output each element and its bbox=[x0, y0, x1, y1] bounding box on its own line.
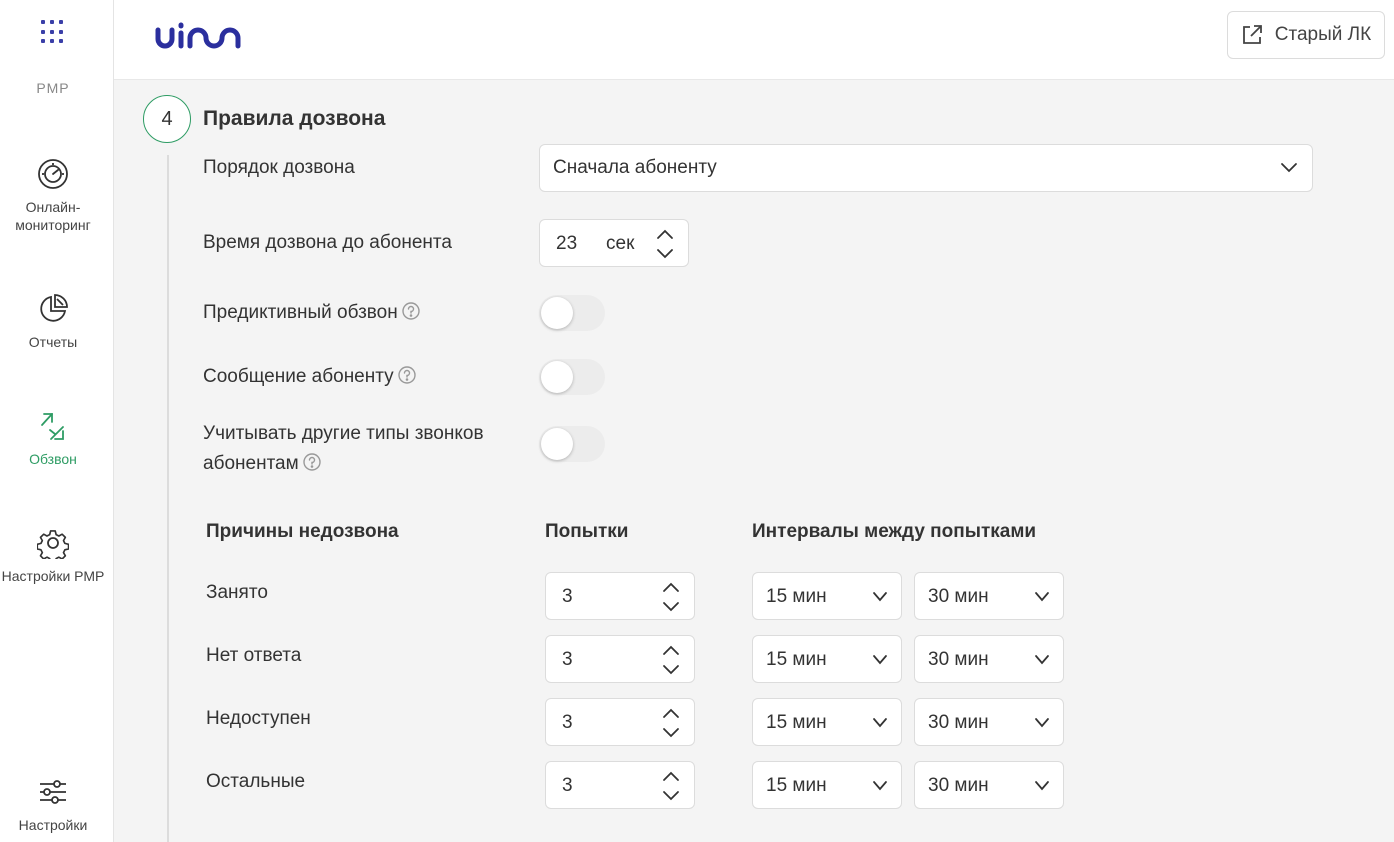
stepper-arrows-icon[interactable] bbox=[662, 644, 680, 676]
toggle-knob bbox=[541, 361, 573, 393]
chevron-down-icon bbox=[1035, 592, 1049, 602]
pie-chart-icon bbox=[40, 294, 68, 322]
interval2-value: 30 мин bbox=[928, 775, 989, 796]
reason-unavailable: Недоступен bbox=[206, 708, 311, 729]
interval1-value: 15 мин bbox=[766, 712, 827, 733]
sidebar-item-label: Настройки bbox=[18, 817, 88, 833]
dial-time-value: 23 bbox=[556, 233, 578, 254]
reason-busy: Занято bbox=[206, 582, 268, 603]
interval2-select[interactable]: 30 мин bbox=[914, 761, 1064, 809]
interval2-select[interactable]: 30 мин bbox=[914, 635, 1064, 683]
gauge-icon bbox=[38, 159, 68, 189]
other-calls-label: Учитывать другие типы звонков абонентам bbox=[203, 419, 484, 479]
chevron-down-icon bbox=[1035, 718, 1049, 728]
gear-icon bbox=[37, 530, 69, 559]
outgoing-call-icon bbox=[41, 413, 64, 440]
dial-time-label: Время дозвона до абонента bbox=[203, 232, 452, 253]
attempts-stepper[interactable]: 3 bbox=[545, 698, 695, 746]
sidebar-item-monitoring[interactable]: Онлайн- мониторинг bbox=[0, 158, 106, 234]
dial-order-value: Сначала абоненту bbox=[553, 157, 717, 178]
interval1-select[interactable]: 15 мин bbox=[752, 635, 902, 683]
interval1-value: 15 мин bbox=[766, 649, 827, 670]
interval2-select[interactable]: 30 мин bbox=[914, 698, 1064, 746]
external-link-icon bbox=[1242, 25, 1262, 44]
apps-grid-icon[interactable] bbox=[41, 20, 65, 44]
sidebar-item-rmp-settings[interactable]: Настройки РМР bbox=[0, 527, 112, 585]
product-name: РМР bbox=[36, 80, 70, 96]
step-title: Правила дозвона bbox=[203, 107, 386, 130]
chevron-down-icon bbox=[1035, 655, 1049, 665]
step-connector-line bbox=[167, 155, 169, 842]
sidebar-item-label: Онлайн- bbox=[25, 199, 81, 215]
attempts-stepper[interactable]: 3 bbox=[545, 635, 695, 683]
chevron-down-icon bbox=[1035, 781, 1049, 791]
stepper-arrows-icon[interactable] bbox=[662, 581, 680, 613]
help-icon[interactable] bbox=[402, 302, 420, 321]
other-calls-label-line2: абонентам bbox=[203, 453, 299, 474]
attempts-stepper[interactable]: 3 bbox=[545, 761, 695, 809]
top-header: Старый ЛК bbox=[114, 0, 1394, 80]
dial-order-select[interactable]: Сначала абоненту bbox=[539, 144, 1313, 192]
other-calls-toggle[interactable] bbox=[539, 426, 605, 462]
toggle-knob bbox=[541, 428, 573, 460]
help-icon[interactable] bbox=[397, 366, 416, 385]
reasons-header: Причины недозвона bbox=[206, 521, 399, 542]
interval1-value: 15 мин bbox=[766, 775, 827, 796]
reason-no-answer: Нет ответа bbox=[206, 645, 302, 666]
chevron-down-icon bbox=[873, 781, 887, 791]
interval2-value: 30 мин bbox=[928, 586, 989, 607]
message-label-text: Сообщение абоненту bbox=[203, 366, 394, 387]
chevron-down-icon bbox=[873, 718, 887, 728]
sidebar-item-reports[interactable]: Отчеты bbox=[0, 293, 106, 351]
attempts-header: Попытки bbox=[545, 521, 629, 542]
dial-time-unit: сек bbox=[606, 233, 635, 254]
toggle-knob bbox=[541, 297, 573, 329]
sidebar-item-label: Настройки РМР bbox=[1, 568, 105, 584]
stepper-arrows-icon[interactable] bbox=[662, 707, 680, 739]
interval1-select[interactable]: 15 мин bbox=[752, 572, 902, 620]
sidebar-item-label: Обзвон bbox=[29, 451, 77, 467]
attempts-value: 3 bbox=[562, 586, 573, 607]
help-icon[interactable] bbox=[302, 453, 321, 472]
stepper-arrows-icon[interactable] bbox=[662, 770, 680, 802]
attempts-value: 3 bbox=[562, 712, 573, 733]
predictive-toggle[interactable] bbox=[539, 295, 605, 331]
other-calls-label-line1: Учитывать другие типы звонков bbox=[203, 423, 484, 444]
message-toggle[interactable] bbox=[539, 359, 605, 395]
step-number: 4 bbox=[143, 95, 191, 143]
interval1-value: 15 мин bbox=[766, 586, 827, 607]
dial-time-stepper[interactable]: 23 сек bbox=[539, 219, 689, 267]
attempts-value: 3 bbox=[562, 775, 573, 796]
intervals-header: Интервалы между попытками bbox=[752, 521, 1037, 542]
sliders-icon bbox=[40, 780, 66, 804]
old-account-button[interactable]: Старый ЛК bbox=[1227, 11, 1385, 59]
interval2-value: 30 мин bbox=[928, 712, 989, 733]
stepper-arrows-icon[interactable] bbox=[656, 228, 674, 260]
message-label: Сообщение абоненту bbox=[203, 362, 416, 392]
interval2-value: 30 мин bbox=[928, 649, 989, 670]
interval1-select[interactable]: 15 мин bbox=[752, 761, 902, 809]
attempts-stepper[interactable]: 3 bbox=[545, 572, 695, 620]
old-account-label: Старый ЛК bbox=[1274, 24, 1372, 45]
sidebar: РМР Онлайн- мониторинг Отчеты Обзвон Нас… bbox=[0, 0, 114, 842]
chevron-down-icon bbox=[1281, 163, 1297, 173]
sidebar-item-settings[interactable]: Настройки bbox=[0, 776, 106, 834]
reason-other: Остальные bbox=[206, 771, 306, 792]
dial-order-label: Порядок дозвона bbox=[203, 157, 355, 178]
interval1-select[interactable]: 15 мин bbox=[752, 698, 902, 746]
attempts-value: 3 bbox=[562, 649, 573, 670]
sidebar-item-label: мониторинг bbox=[15, 217, 91, 233]
sidebar-item-label: Отчеты bbox=[28, 334, 78, 350]
predictive-label-text: Предиктивный обзвон bbox=[203, 302, 398, 323]
sidebar-item-outbound[interactable]: Обзвон bbox=[0, 410, 106, 468]
predictive-label: Предиктивный обзвон bbox=[203, 298, 420, 328]
chevron-down-icon bbox=[873, 655, 887, 665]
interval2-select[interactable]: 30 мин bbox=[914, 572, 1064, 620]
uis-logo[interactable] bbox=[154, 20, 244, 57]
chevron-down-icon bbox=[873, 592, 887, 602]
